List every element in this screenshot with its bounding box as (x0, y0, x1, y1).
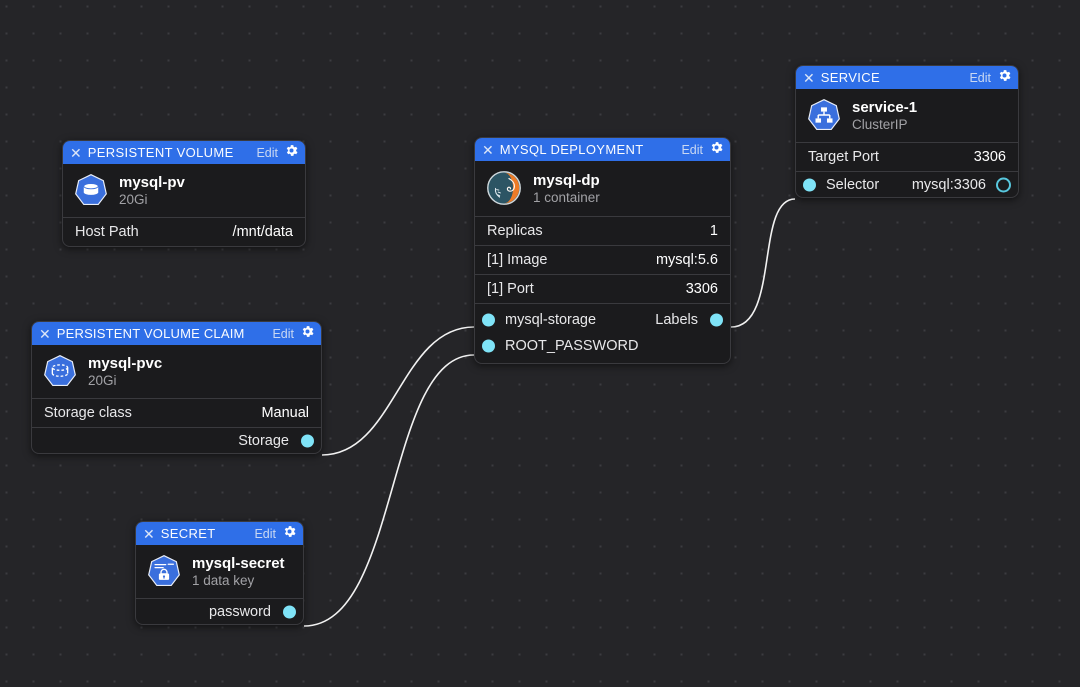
node-header: mysql-dp 1 container (475, 161, 730, 216)
node-subtitle: 20Gi (88, 372, 117, 388)
table-row: Storage class Manual (32, 398, 321, 427)
port-dot-password[interactable] (283, 605, 296, 618)
row-value: mysql:5.6 (655, 252, 718, 268)
row-key: Target Port (808, 149, 879, 165)
port-label: Labels (655, 312, 698, 328)
port-dot-selector-out[interactable] (996, 177, 1011, 192)
node-subtitle: 1 data key (192, 572, 255, 588)
gear-icon[interactable] (709, 140, 724, 160)
selector-value: mysql:3306 (911, 176, 986, 193)
k8s-secret-icon (147, 554, 181, 588)
close-icon[interactable]: ✕ (803, 71, 815, 85)
edit-button[interactable]: Edit (256, 146, 278, 160)
table-row: [1] Port 3306 (475, 274, 730, 303)
node-secret[interactable]: ✕ SECRET Edit mysql-secret 1 data key pa… (135, 521, 304, 625)
row-value: Manual (261, 405, 309, 421)
node-persistent-volume[interactable]: ✕ PERSISTENT VOLUME Edit mysql-pv 20Gi H… (62, 140, 306, 247)
edit-button[interactable]: Edit (969, 71, 991, 85)
close-icon[interactable]: ✕ (143, 527, 155, 541)
port-row-mysql-storage[interactable]: mysql-storage Labels (475, 307, 730, 333)
table-row: Target Port 3306 (796, 142, 1018, 171)
port-label: Selector (826, 176, 880, 193)
edit-button[interactable]: Edit (681, 143, 703, 157)
node-titlebar[interactable]: ✕ MYSQL DEPLOYMENT Edit (475, 138, 730, 161)
node-subtitle: 20Gi (119, 191, 148, 207)
port-dot-labels[interactable] (710, 313, 723, 327)
node-mysql-deployment[interactable]: ✕ MYSQL DEPLOYMENT Edit mysql-dp 1 conta… (474, 137, 731, 364)
row-value: 3306 (685, 281, 718, 297)
port-label: ROOT_PASSWORD (505, 338, 639, 354)
diagram-canvas[interactable]: ✕ PERSISTENT VOLUME Edit mysql-pv 20Gi H… (0, 0, 1080, 687)
port-dot-mysql-storage[interactable] (482, 313, 495, 327)
edge-secret-to-deployment (303, 354, 475, 627)
row-key: Storage class (44, 405, 132, 421)
port-row-root-password[interactable]: ROOT_PASSWORD (475, 333, 730, 359)
node-title: PERSISTENT VOLUME CLAIM (56, 326, 245, 341)
node-titlebar[interactable]: ✕ PERSISTENT VOLUME CLAIM Edit (32, 322, 321, 345)
row-key: [1] Image (487, 252, 548, 268)
close-icon[interactable]: ✕ (70, 146, 82, 160)
edge-pvc-to-deployment (321, 326, 475, 456)
node-name: mysql-pv (119, 173, 185, 191)
node-name: mysql-pvc (88, 354, 163, 372)
row-value: 3306 (973, 149, 1006, 165)
node-title: SECRET (160, 526, 216, 541)
node-title: PERSISTENT VOLUME (87, 145, 234, 160)
node-name: mysql-dp (533, 171, 600, 189)
edit-button[interactable]: Edit (254, 527, 276, 541)
table-row: Host Path /mnt/data (63, 217, 305, 246)
gear-icon[interactable] (997, 68, 1012, 88)
port-label: password (208, 603, 271, 620)
close-icon[interactable]: ✕ (482, 143, 494, 157)
gear-icon[interactable] (300, 324, 315, 344)
k8s-persistent-volume-claim-icon (43, 354, 77, 388)
port-label: mysql-storage (505, 312, 597, 328)
node-title: SERVICE (820, 70, 881, 85)
node-header: service-1 ClusterIP (796, 89, 1018, 142)
row-value: 1 (709, 223, 718, 239)
port-dot-selector[interactable] (803, 178, 816, 191)
node-name: service-1 (852, 98, 918, 116)
row-key: Replicas (487, 223, 543, 239)
port-row-password[interactable]: password (136, 598, 303, 624)
row-key: [1] Port (487, 281, 534, 297)
port-label: Storage (238, 432, 289, 449)
node-title: MYSQL DEPLOYMENT (499, 142, 644, 157)
port-dot-root-password[interactable] (482, 339, 495, 353)
node-titlebar[interactable]: ✕ PERSISTENT VOLUME Edit (63, 141, 305, 164)
edge-deployment-to-service (730, 198, 796, 328)
edit-button[interactable]: Edit (272, 327, 294, 341)
node-persistent-volume-claim[interactable]: ✕ PERSISTENT VOLUME CLAIM Edit mysql-pvc… (31, 321, 322, 454)
row-value: /mnt/data (232, 224, 293, 240)
node-service[interactable]: ✕ SERVICE Edit service-1 ClusterIP Targe… (795, 65, 1019, 198)
gear-icon[interactable] (284, 143, 299, 163)
port-group: mysql-storage Labels ROOT_PASSWORD (475, 303, 730, 363)
k8s-service-icon (807, 98, 841, 132)
port-dot-storage[interactable] (301, 434, 314, 447)
node-header: mysql-secret 1 data key (136, 545, 303, 598)
node-subtitle: 1 container (533, 189, 600, 205)
port-row-selector[interactable]: Selector mysql:3306 (796, 171, 1018, 197)
node-titlebar[interactable]: ✕ SECRET Edit (136, 522, 303, 545)
mysql-dolphin-icon (486, 170, 522, 206)
k8s-persistent-volume-icon (74, 173, 108, 207)
gear-icon[interactable] (282, 524, 297, 544)
node-subtitle: ClusterIP (852, 116, 908, 132)
node-header: mysql-pvc 20Gi (32, 345, 321, 398)
node-name: mysql-secret (192, 554, 285, 572)
port-row-storage[interactable]: Storage (32, 427, 321, 453)
close-icon[interactable]: ✕ (39, 327, 51, 341)
table-row: [1] Image mysql:5.6 (475, 245, 730, 274)
node-titlebar[interactable]: ✕ SERVICE Edit (796, 66, 1018, 89)
row-key: Host Path (75, 224, 139, 240)
node-header: mysql-pv 20Gi (63, 164, 305, 217)
table-row: Replicas 1 (475, 216, 730, 245)
